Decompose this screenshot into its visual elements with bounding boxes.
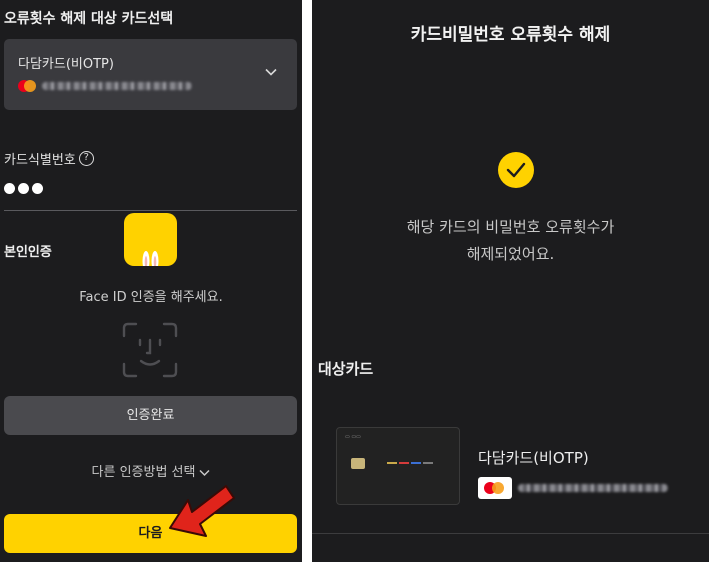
right-screen: 카드비밀번호 오류횟수 해제 해당 카드의 비밀번호 오류횟수가 해제되었어요.… (312, 0, 709, 562)
target-card-name: 다담카드(비OTP) (478, 449, 589, 467)
help-icon[interactable]: ? (78, 151, 94, 166)
selected-card-name: 다담카드(비OTP) (18, 57, 114, 72)
mastercard-logo-icon (478, 477, 512, 499)
card-stripe (423, 462, 433, 464)
bunny-app-icon (124, 213, 177, 266)
card-select-dropdown[interactable]: 다담카드(비OTP) (4, 39, 297, 110)
success-message: 해당 카드의 비밀번호 오류횟수가 해제되었어요. (312, 214, 709, 268)
faceid-prompt: Face ID 인증을 해주세요. (79, 290, 223, 305)
blurred-card-number (42, 82, 192, 90)
card-chip-icon (351, 458, 365, 469)
card-stripe (387, 462, 397, 464)
card-stripe (411, 462, 421, 464)
next-button[interactable]: 다음 (4, 514, 297, 553)
pin-dot (18, 183, 29, 194)
left-screen: 오류횟수 해제 대상 카드선택 다담카드(비OTP) 카드식별번호 ? 본인인증… (0, 0, 302, 562)
card-image: ▭ ▭▭ (336, 427, 460, 505)
pin-dot (4, 183, 15, 194)
masked-card-number (18, 79, 192, 93)
success-message-line1: 해당 카드의 비밀번호 오류횟수가 (406, 218, 615, 236)
red-arrow-icon (169, 485, 235, 537)
mastercard-logo-icon (18, 80, 36, 92)
target-card-number (478, 477, 668, 499)
card-stripe (399, 462, 409, 464)
check-circle-icon (498, 152, 534, 188)
chevron-down-icon (265, 68, 277, 76)
page-title: 카드비밀번호 오류횟수 해제 (410, 25, 611, 45)
faceid-icon (122, 322, 178, 378)
card-select-title: 오류횟수 해제 대상 카드선택 (4, 11, 174, 27)
chevron-down-icon (199, 469, 210, 476)
card-brand-mark: ▭ ▭▭ (345, 434, 361, 440)
divider (312, 533, 709, 534)
blurred-card-number (518, 484, 668, 492)
card-id-label-row: 카드식별번호 ? (4, 149, 94, 168)
card-id-label: 카드식별번호 (4, 153, 76, 168)
other-auth-method-link[interactable]: 다른 인증방법 선택 (0, 461, 302, 480)
auth-complete-button[interactable]: 인증완료 (4, 396, 297, 435)
pin-dot (32, 183, 43, 194)
success-message-line2: 해제되었어요. (466, 245, 555, 263)
identity-auth-label: 본인인증 (4, 245, 52, 260)
card-id-input[interactable] (4, 183, 43, 194)
input-underline (4, 210, 297, 211)
target-card-label: 대상카드 (318, 360, 374, 378)
